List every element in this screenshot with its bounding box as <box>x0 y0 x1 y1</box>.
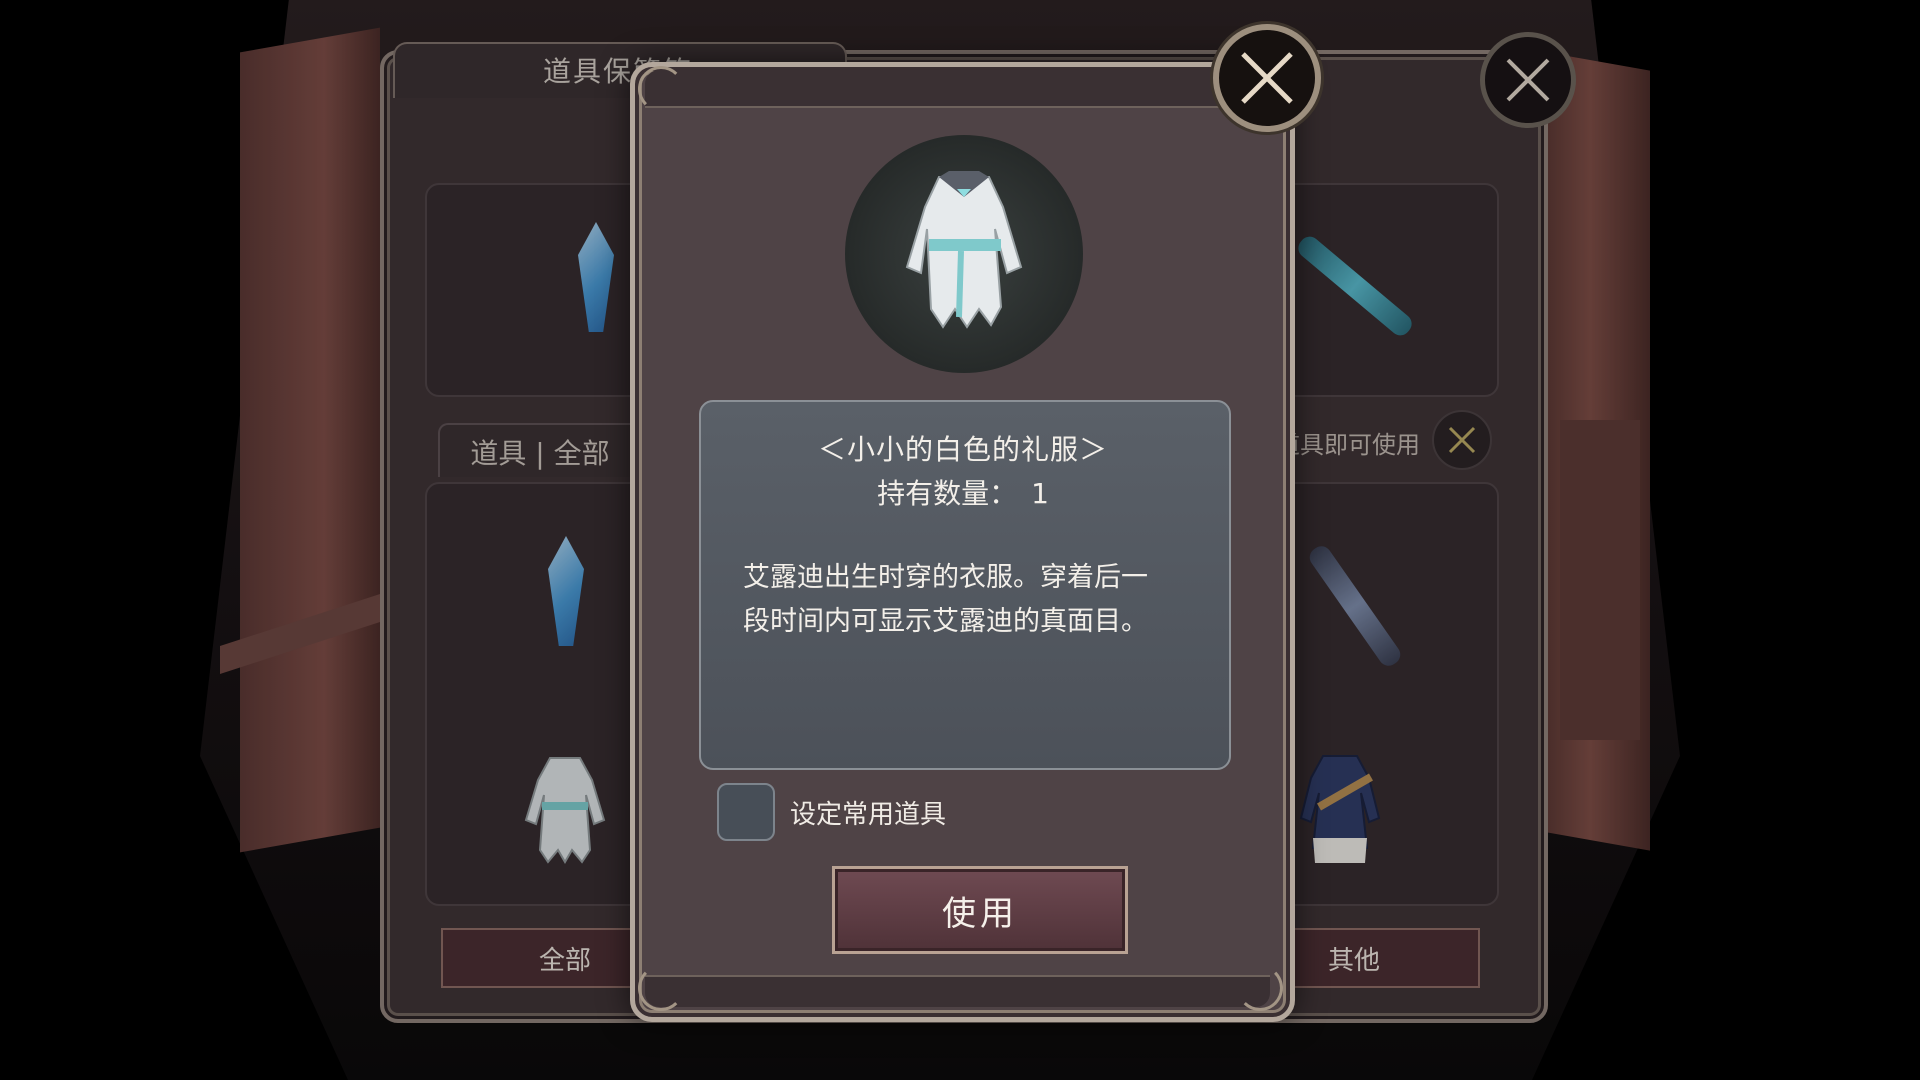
white-dress-icon <box>905 171 1023 329</box>
item-name: ＜小小的白色的礼服＞ <box>817 433 1108 466</box>
ornament-corner <box>1237 965 1283 1011</box>
item-preview <box>845 135 1083 373</box>
quantity-value: 1 <box>1031 477 1049 510</box>
item-quantity: 持有数量： 1 <box>699 472 1227 512</box>
favorite-checkbox[interactable] <box>717 783 775 841</box>
item-description: 艾露迪出生时穿的衣服。穿着后一 段时间内可显示艾露迪的真面目。 <box>743 556 1183 644</box>
quantity-label: 持有数量： <box>877 477 1018 510</box>
description-line: 段时间内可显示艾露迪的真面目。 <box>743 606 1148 637</box>
ornament-corner <box>638 965 684 1011</box>
close-icon <box>1241 52 1293 104</box>
modal-header <box>645 70 1270 108</box>
modal-close-button[interactable] <box>1213 24 1321 132</box>
description-line: 艾露迪出生时穿的衣服。穿着后一 <box>743 562 1148 593</box>
game-scene: 道具保管箱 道具 | 全部 击道具即可使用 全部 其他 ＜小小的白色的礼服＞ 持… <box>0 0 1920 1080</box>
modal-footer <box>645 975 1270 1007</box>
ornament-corner <box>638 66 684 112</box>
favorite-label[interactable]: 设定常用道具 <box>790 794 946 831</box>
use-button[interactable]: 使用 <box>832 866 1128 954</box>
